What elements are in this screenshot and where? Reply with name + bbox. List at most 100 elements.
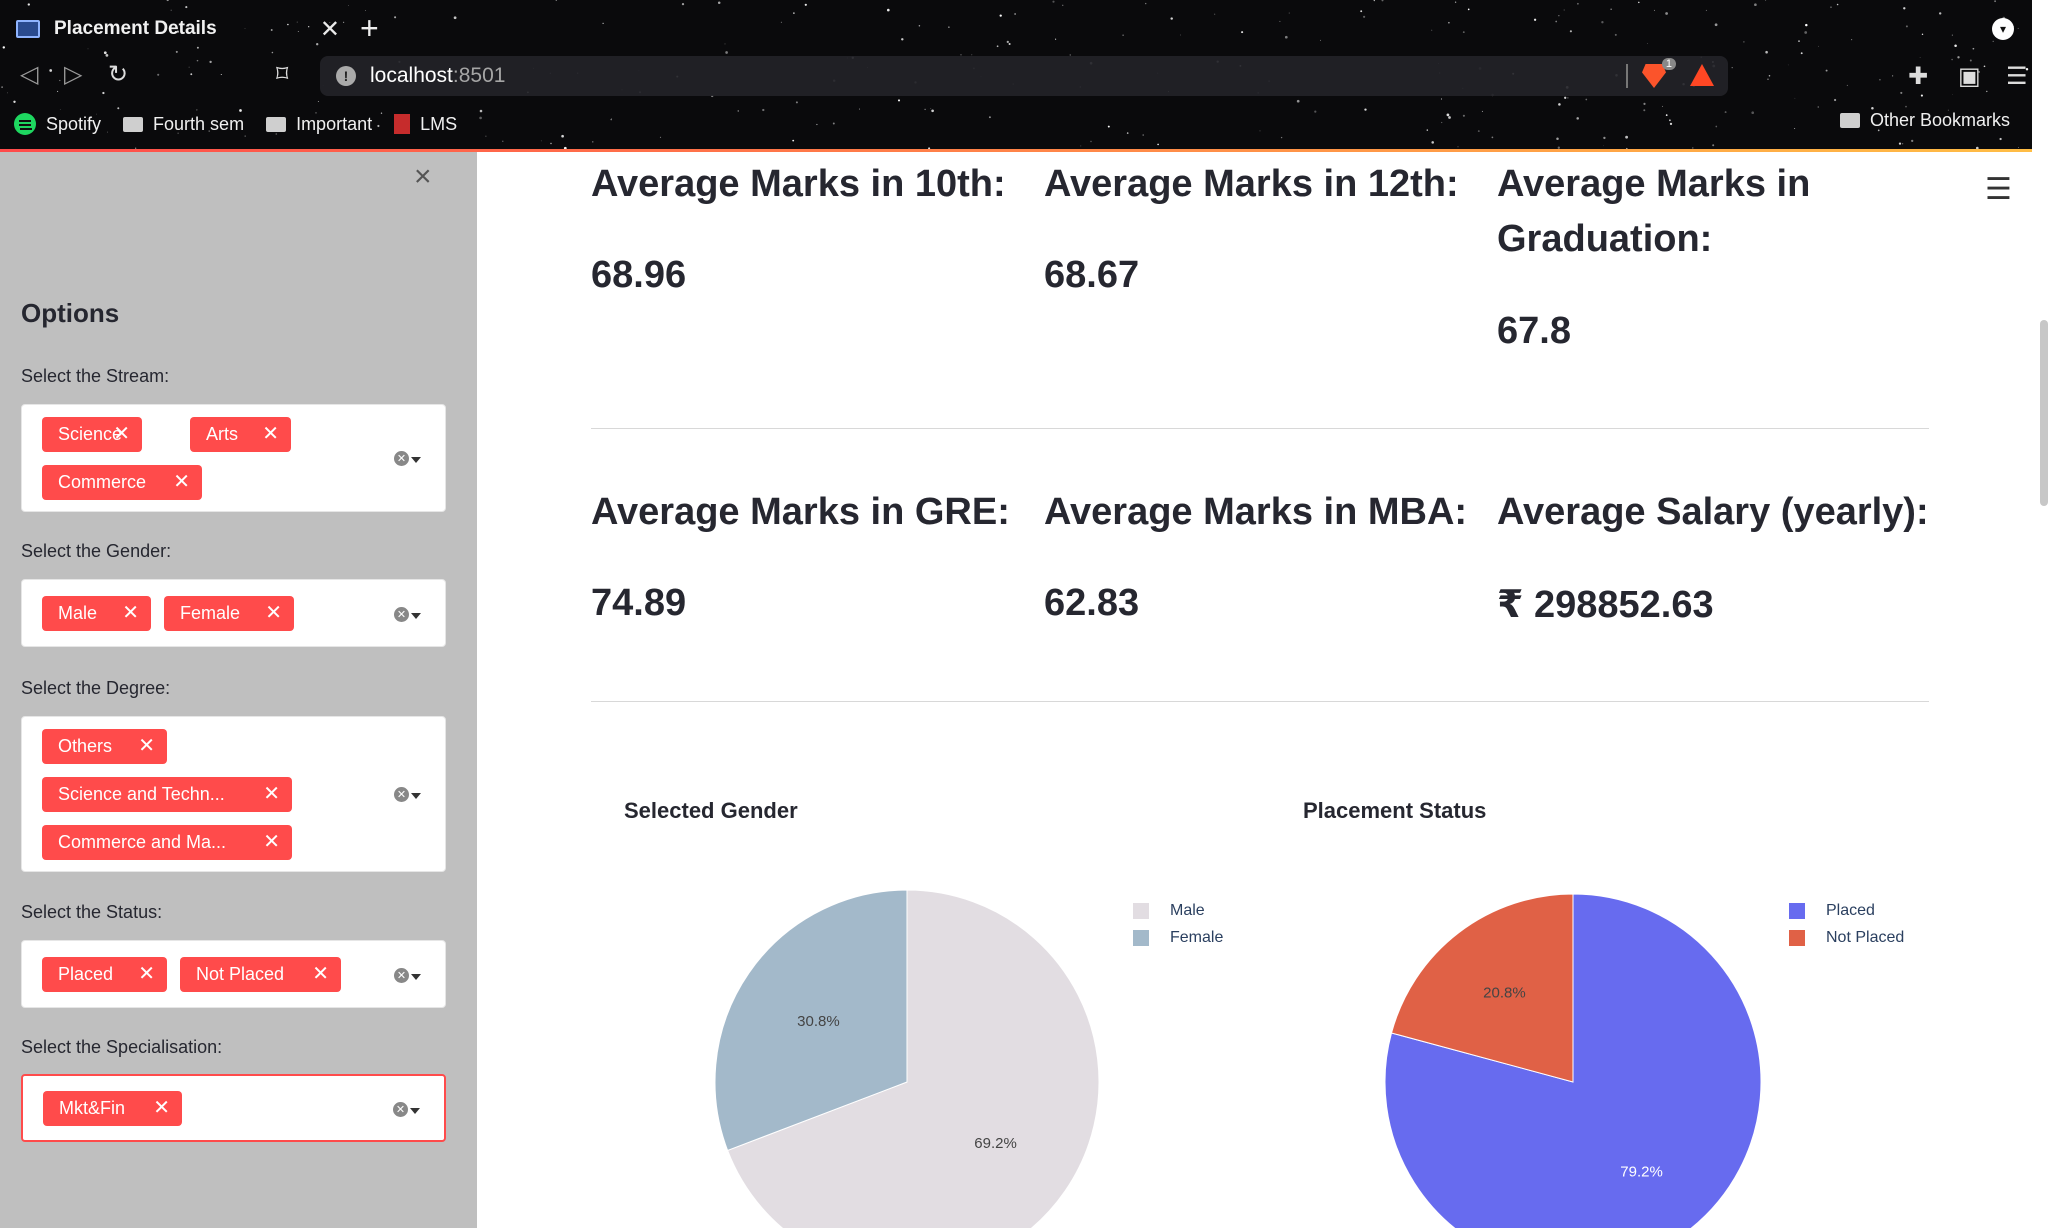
- chevron-down-icon[interactable]: [411, 793, 421, 799]
- gender-label: Select the Gender:: [21, 541, 172, 561]
- forward-icon[interactable]: ▷: [64, 60, 82, 89]
- tag-remove-icon[interactable]: ✕: [113, 421, 130, 446]
- tag-stream: Commerce ✕: [42, 465, 202, 500]
- tag-label: Mkt&Fin: [59, 1098, 126, 1118]
- legend-swatch: [1133, 930, 1149, 946]
- stream-multiselect[interactable]: Science ✕ Arts ✕ Commerce ✕ ✕: [21, 404, 446, 512]
- brave-rewards-icon[interactable]: [1690, 64, 1714, 86]
- gender-multiselect[interactable]: Male ✕ Female ✕ ✕: [21, 579, 446, 647]
- browser-menu-icon[interactable]: ☰: [2006, 62, 2028, 91]
- tag-remove-icon[interactable]: ✕: [153, 1095, 170, 1120]
- chevron-down-icon[interactable]: [411, 613, 421, 619]
- folder-icon: [123, 116, 144, 132]
- tag-remove-icon[interactable]: ✕: [312, 961, 329, 986]
- legend-label: Not Placed: [1826, 929, 1905, 946]
- legend-item-placed[interactable]: Placed: [1789, 902, 1875, 920]
- tag-remove-icon[interactable]: ✕: [265, 600, 282, 625]
- site-info-icon[interactable]: !: [336, 66, 356, 86]
- url-host: localhost: [370, 64, 453, 87]
- legend-item-male[interactable]: Male: [1133, 902, 1205, 920]
- clear-all-icon[interactable]: ✕: [394, 451, 409, 466]
- metric-avg-salary-label: Average Salary (yearly):: [1497, 491, 1929, 533]
- tag-remove-icon[interactable]: ✕: [263, 781, 280, 806]
- gender-pie-chart: 69.2% 30.8%: [714, 889, 1100, 1228]
- metric-avg-salary-value: ₹ 298852.63: [1497, 584, 1714, 626]
- tag-remove-icon[interactable]: ✕: [138, 733, 155, 758]
- clear-all-icon[interactable]: ✕: [394, 968, 409, 983]
- tag-remove-icon[interactable]: ✕: [263, 829, 280, 854]
- degree-multiselect[interactable]: Others ✕ Science and Techn... ✕ Commerce a…: [21, 716, 446, 872]
- divider: [591, 701, 1929, 702]
- shields-count-badge: 1: [1661, 58, 1676, 70]
- legend-swatch: [1789, 903, 1805, 919]
- chevron-down-icon[interactable]: [410, 1108, 420, 1114]
- app-menu-icon[interactable]: ☰: [1985, 172, 2012, 207]
- scrollbar-thumb[interactable]: [2040, 320, 2048, 506]
- metric-avg-graduation-value: 67.8: [1497, 310, 1571, 352]
- bookmark-lms[interactable]: LMS: [394, 114, 457, 135]
- tag-status: Not Placed ✕: [180, 957, 341, 992]
- bookmark-page-icon[interactable]: ⌑: [276, 60, 288, 89]
- tag-stream: Arts ✕: [190, 417, 291, 452]
- clear-all-icon[interactable]: ✕: [393, 1102, 408, 1117]
- status-multiselect[interactable]: Placed ✕ Not Placed ✕ ✕: [21, 940, 446, 1008]
- sidebar-close-icon[interactable]: ×: [414, 160, 432, 194]
- tag-degree: Others ✕: [42, 729, 167, 764]
- degree-label: Select the Degree:: [21, 678, 171, 698]
- legend-swatch: [1133, 903, 1149, 919]
- tag-label: Placed: [58, 964, 114, 984]
- specialisation-multiselect[interactable]: Mkt&Fin ✕ ✕: [21, 1074, 446, 1142]
- metric-avg-10th-label: Average Marks in 10th:: [591, 163, 1006, 205]
- legend-item-female[interactable]: Female: [1133, 929, 1223, 947]
- tab-close-icon[interactable]: ✕: [320, 15, 340, 44]
- tag-remove-icon[interactable]: ✕: [138, 961, 155, 986]
- metric-avg-12th-label: Average Marks in 12th:: [1044, 163, 1459, 205]
- stream-label: Select the Stream:: [21, 366, 170, 386]
- chart-title-placement: Placement Status: [1303, 798, 1487, 823]
- tag-remove-icon[interactable]: ✕: [173, 469, 190, 494]
- bookmark-fourth-sem[interactable]: Fourth sem: [123, 114, 244, 135]
- browser-tab[interactable]: Placement Details ✕: [10, 8, 350, 50]
- specialisation-label: Select the Specialisation:: [21, 1037, 223, 1057]
- extensions-icon[interactable]: ✚: [1908, 62, 1928, 91]
- pie-slice-label: 69.2%: [974, 1135, 1017, 1152]
- tag-label: Science and Techn...: [58, 784, 225, 804]
- legend-item-not-placed[interactable]: Not Placed: [1789, 929, 1904, 947]
- clear-all-icon[interactable]: ✕: [394, 787, 409, 802]
- bookmark-spotify[interactable]: Spotify: [14, 113, 101, 135]
- bookmark-important[interactable]: Important: [266, 114, 372, 135]
- other-bookmarks-label: Other Bookmarks: [1869, 110, 2010, 130]
- metric-avg-10th-value: 68.96: [591, 254, 687, 296]
- metric-avg-mba-label: Average Marks in MBA:: [1044, 491, 1468, 533]
- pie-slice-label: 30.8%: [797, 1013, 840, 1030]
- chevron-down-icon[interactable]: [411, 457, 421, 463]
- profile-menu-icon[interactable]: ▾: [1992, 18, 2014, 40]
- tab-title: Placement Details: [54, 18, 217, 39]
- tag-label: Arts: [206, 424, 239, 444]
- tag-remove-icon[interactable]: ✕: [262, 421, 279, 446]
- legend-swatch: [1789, 930, 1805, 946]
- tag-gender: Male ✕: [42, 596, 151, 631]
- other-bookmarks[interactable]: Other Bookmarks: [1839, 110, 2010, 131]
- clear-all-icon[interactable]: ✕: [394, 607, 409, 622]
- folder-icon: [266, 116, 287, 132]
- pie-slice-label: 79.2%: [1620, 1164, 1663, 1181]
- placement-pie-chart: 79.2% 20.8%: [1384, 893, 1762, 1228]
- lms-icon: [394, 114, 411, 134]
- tag-label: Commerce: [58, 472, 147, 492]
- metric-avg-12th-value: 68.67: [1044, 254, 1140, 296]
- bookmarks-bar: Spotify Fourth sem Important LMS: [14, 110, 479, 138]
- new-tab-icon[interactable]: +: [360, 10, 379, 47]
- pie-slice-label: 20.8%: [1483, 984, 1526, 1001]
- tag-label: Commerce and Ma...: [58, 832, 227, 852]
- tag-status: Placed ✕: [42, 957, 167, 992]
- reload-icon[interactable]: ↻: [108, 60, 128, 89]
- wallet-icon[interactable]: ▣: [1958, 62, 1981, 91]
- tag-degree: Commerce and Ma... ✕: [42, 825, 292, 860]
- metric-avg-mba-value: 62.83: [1044, 582, 1140, 624]
- chevron-down-icon[interactable]: [411, 974, 421, 980]
- tag-remove-icon[interactable]: ✕: [122, 600, 139, 625]
- back-icon[interactable]: ◁: [20, 60, 38, 89]
- address-bar[interactable]: ! localhost :8501 1: [320, 56, 1728, 96]
- main-content: ☰ Average Marks in 10th: 68.96 Average M…: [477, 152, 2032, 1228]
